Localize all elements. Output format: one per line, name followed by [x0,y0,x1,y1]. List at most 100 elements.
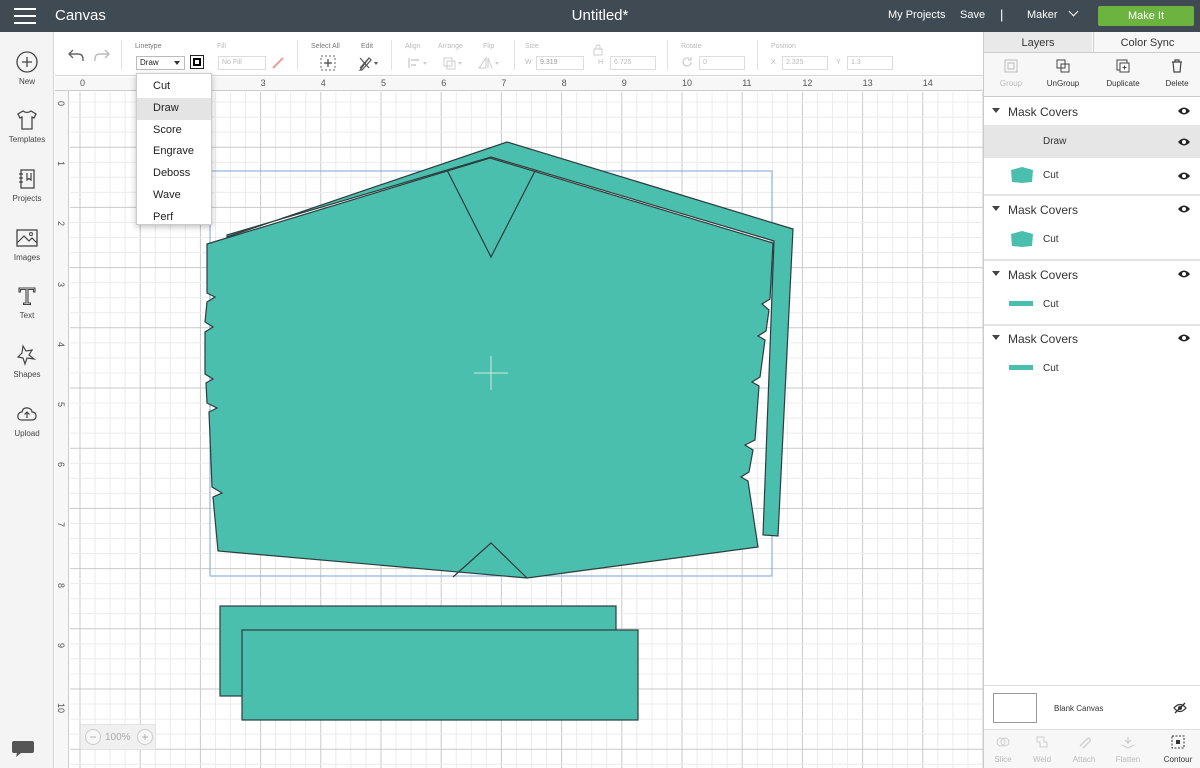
layer-group-mask-covers[interactable]: Mask Covers [984,98,1200,124]
weld-button[interactable]: Weld [1020,735,1064,764]
bar-thumbnail-icon [1009,301,1033,306]
sidebar-item-projects[interactable]: Projects [0,167,54,203]
delete-button[interactable]: Delete [1150,58,1200,88]
duplicate-button[interactable]: Duplicate [1096,58,1150,88]
attach-button[interactable]: Attach [1062,735,1106,764]
sidebar-item-text[interactable]: Text [0,284,54,320]
sidebar-item-label: Projects [12,194,42,203]
layer-actions-bar: Group UnGroup Duplicate Delete [984,53,1200,97]
undo-icon[interactable] [67,48,85,62]
document-title[interactable]: Untitled* [572,7,629,24]
layer-group-mask-covers[interactable]: Mask Covers [984,261,1200,287]
height-label: H [598,59,604,66]
save-button[interactable]: Save [960,9,985,21]
position-y-field[interactable]: 1.3 [847,56,893,70]
sidebar-item-new[interactable]: New [0,50,54,86]
my-projects-link[interactable]: My Projects [888,9,945,21]
layer-row-cut[interactable]: Cut [984,223,1200,256]
size-label: Size [525,43,539,50]
chat-bubble-icon[interactable] [11,738,35,760]
sidebar-item-label: Text [19,311,35,320]
flip-icon[interactable] [477,56,503,70]
topbar-separator: | [1000,7,1004,22]
machine-select[interactable]: Maker [1027,6,1079,21]
mask-shape-front[interactable] [204,157,774,579]
rotate-field[interactable]: 0 [699,56,745,70]
eye-icon[interactable] [1177,137,1191,147]
paperclip-icon [1079,737,1091,749]
eye-icon[interactable] [1177,171,1191,181]
hamburger-menu-icon[interactable] [14,8,36,24]
layer-row-cut[interactable]: Cut [984,288,1200,321]
tab-color-sync[interactable]: Color Sync [1093,32,1200,52]
bottom-actions-bar: Slice Weld Attach Flatten Contour [984,729,1200,768]
contour-button[interactable]: Contour [1156,735,1200,764]
eye-hidden-icon[interactable] [1173,702,1187,714]
eye-icon[interactable] [1177,204,1191,214]
sidebar-item-upload[interactable]: Upload [0,402,54,438]
align-label: Align [405,43,421,50]
position-x-label: X [771,59,776,66]
fill-color-slash-icon[interactable] [271,56,285,70]
blank-canvas-label: Blank Canvas [1054,704,1104,713]
fill-select[interactable]: No Fill [218,56,266,70]
layer-row-cut[interactable]: Cut [984,159,1200,192]
linetype-option-engrave[interactable]: Engrave [137,141,211,163]
plus-circle-icon [16,51,38,73]
zoom-out-button[interactable]: − [85,729,101,745]
fill-value: No Fill [222,59,242,66]
position-x-field[interactable]: 2.325 [782,56,828,70]
duplicate-icon [1116,59,1130,73]
mask-bar-front[interactable] [241,629,639,721]
slice-button[interactable]: Slice [981,735,1025,764]
linetype-option-score[interactable]: Score [137,120,211,142]
slice-icon [996,737,1010,747]
height-field[interactable]: 6.725 [610,56,656,70]
layer-group-mask-covers[interactable]: Mask Covers [984,196,1200,222]
image-icon [16,229,38,247]
flatten-button[interactable]: Flatten [1106,735,1150,764]
linetype-option-cut[interactable]: Cut [137,76,211,98]
blank-canvas-row: Blank Canvas [984,685,1200,729]
sidebar-item-templates[interactable]: Templates [0,108,54,144]
layer-group-mask-covers[interactable]: Mask Covers [984,325,1200,351]
bar-thumbnail-icon [1009,365,1033,370]
linetype-color-swatch[interactable] [190,55,204,69]
layer-row-cut[interactable]: Cut [984,352,1200,385]
linetype-option-draw[interactable]: Draw [137,97,211,120]
layer-group-name: Mask Covers [1008,105,1079,119]
blank-canvas-swatch[interactable] [993,693,1037,723]
width-label: W [525,59,532,66]
layer-row-draw[interactable]: Draw [984,125,1200,158]
sidebar-item-images[interactable]: Images [0,226,54,262]
width-field[interactable]: 9.319 [536,56,584,70]
sidebar-item-label: Upload [14,429,40,438]
eye-icon[interactable] [1177,269,1191,279]
rotate-icon [682,57,692,67]
linetype-option-deboss[interactable]: Deboss [137,163,211,185]
select-all-icon[interactable] [319,54,337,72]
tab-layers[interactable]: Layers [984,32,1092,52]
make-it-button[interactable]: Make It [1098,6,1194,26]
weld-icon [1036,736,1048,748]
eye-icon[interactable] [1177,106,1191,116]
left-sidebar: New Templates Projects Images Text Shape… [0,32,54,768]
layer-name: Cut [1043,234,1059,245]
sidebar-item-shapes[interactable]: Shapes [0,343,54,379]
arrange-icon[interactable] [442,56,464,70]
redo-icon[interactable] [93,48,111,62]
linetype-select[interactable]: Draw [136,56,185,70]
toolbar-divider [297,40,298,70]
linetype-option-perf[interactable]: Perf [137,207,211,229]
ungroup-button[interactable]: UnGroup [1036,58,1090,88]
align-icon[interactable] [407,56,429,70]
lock-icon[interactable] [593,44,603,56]
tshirt-icon [17,110,37,130]
edit-tools-icon[interactable] [357,54,381,72]
layer-name: Cut [1043,299,1059,310]
toolbar-divider [514,40,515,70]
zoom-in-button[interactable]: + [137,729,153,745]
eye-icon[interactable] [1177,333,1191,343]
group-button[interactable]: Group [984,58,1038,88]
linetype-option-wave[interactable]: Wave [137,185,211,207]
